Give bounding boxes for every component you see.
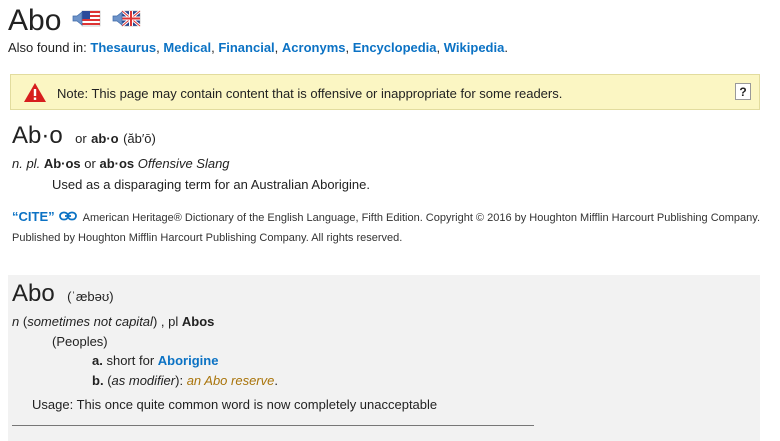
link-acronyms[interactable]: Acronyms xyxy=(282,40,346,55)
cite-link[interactable]: “CITE” xyxy=(12,209,55,224)
link-thesaurus[interactable]: Thesaurus xyxy=(90,40,156,55)
link-encyclopedia[interactable]: Encyclopedia xyxy=(353,40,437,55)
sense-b-marker: b. xyxy=(92,373,104,388)
entry2-usage-note: Usage: This once quite common word is no… xyxy=(32,397,438,412)
entry1-plural-or: or xyxy=(84,156,96,171)
also-found-label: Also found in: xyxy=(8,40,87,55)
link-wikipedia[interactable]: Wikipedia xyxy=(444,40,505,55)
link-medical[interactable]: Medical xyxy=(163,40,211,55)
sense-a-marker: a. xyxy=(92,353,103,368)
aborigine-link[interactable]: Aborigine xyxy=(158,353,219,368)
entry1-usage-label: Offensive Slang xyxy=(137,156,230,171)
divider xyxy=(12,425,534,426)
entry2-pos: n xyxy=(12,314,20,329)
also-found-in: Also found in: Thesaurus, Medical, Finan… xyxy=(8,40,508,55)
entry1-or: or xyxy=(75,131,87,146)
entry2-sense-b: b. (as modifier): an Abo reserve. xyxy=(92,373,278,388)
us-flag-audio-icon[interactable] xyxy=(72,9,102,34)
entry2-plural: Abos xyxy=(181,314,215,329)
word-header: Abo xyxy=(8,4,142,38)
entry2-head: Abo (ˈæbəʊ) xyxy=(12,280,114,308)
warning-icon xyxy=(23,82,47,108)
entry1-plural2: ab·os xyxy=(99,156,135,171)
notice-text: Note: This page may contain content that… xyxy=(57,86,563,101)
offensive-content-notice: Note: This page may contain content that… xyxy=(10,74,760,110)
entry1-pronunciation: (ăb′ō) xyxy=(123,131,156,146)
page-title: Abo xyxy=(8,4,62,37)
entry1-head: Ab·o or ab·o (ăb′ō) xyxy=(12,122,156,150)
uk-flag-audio-icon[interactable] xyxy=(112,9,142,34)
entry1-plural1: Ab·os xyxy=(43,156,81,171)
example-text: an Abo reserve xyxy=(186,373,275,388)
entry1-pl-label: n. pl. xyxy=(12,156,41,171)
entry2-headword: Abo xyxy=(12,280,55,307)
entry2-pos-line: n (sometimes not capital) , pl Abos xyxy=(12,314,215,329)
help-button[interactable]: ? xyxy=(735,83,751,100)
entry2-capital-note: sometimes not capital xyxy=(27,314,153,329)
entry2-section: Abo (ˈæbəʊ) n (sometimes not capital) , … xyxy=(8,275,760,441)
cite-text: American Heritage® Dictionary of the Eng… xyxy=(12,212,761,245)
citation: “CITE” American Heritage® Dictionary of t… xyxy=(12,207,762,248)
entry1-plural-line: n. pl. Ab·os or ab·os Offensive Slang xyxy=(12,156,230,171)
entry1-definition: Used as a disparaging term for an Austra… xyxy=(52,177,370,192)
entry2-sense-a: a. short for Aborigine xyxy=(92,353,219,368)
link-financial[interactable]: Financial xyxy=(218,40,274,55)
entry1-headword: Ab·o xyxy=(12,122,63,149)
entry1-variant: ab·o xyxy=(91,131,119,146)
entry2-pronunciation: (ˈæbəʊ) xyxy=(67,289,114,304)
chain-link-icon[interactable] xyxy=(58,208,77,228)
entry2-field: (Peoples) xyxy=(52,334,108,349)
modifier-note: as modifier xyxy=(111,373,176,388)
